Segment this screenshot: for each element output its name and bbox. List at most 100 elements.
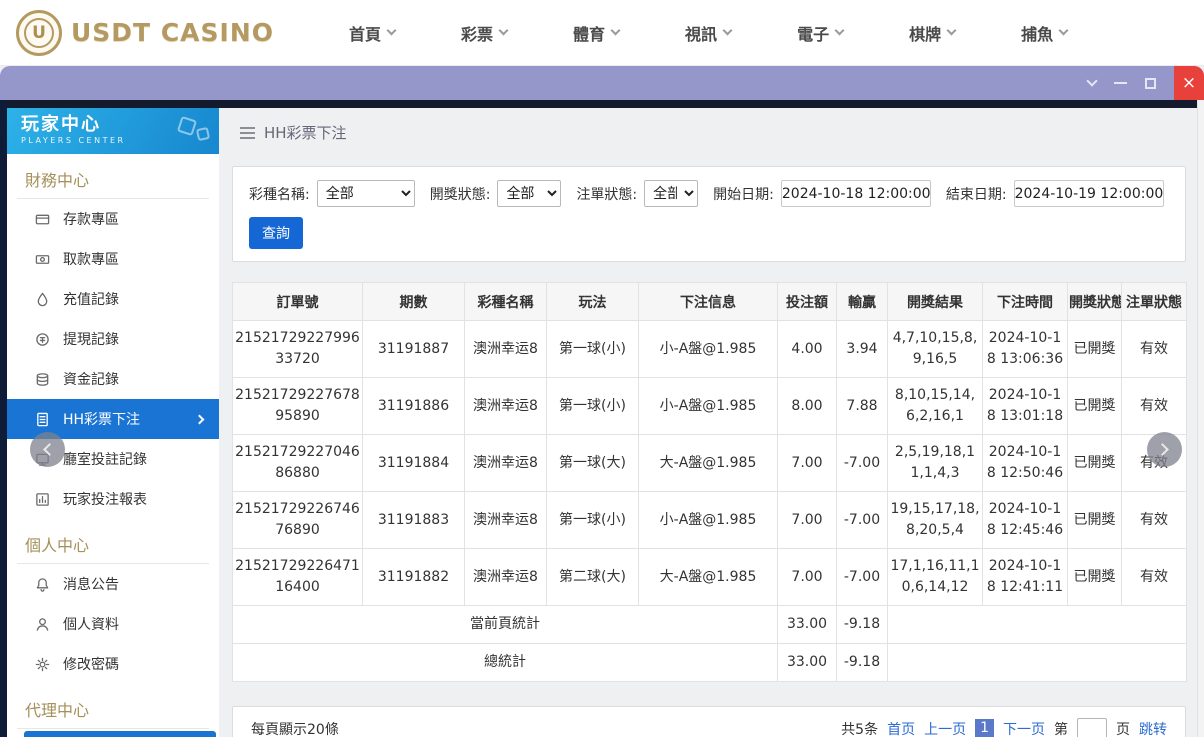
current-page-badge[interactable]: 1 [975,719,994,737]
sidebar-item-label: 消息公告 [63,577,119,593]
sidebar-item-label: 充值記錄 [63,292,119,308]
jump-button[interactable]: 跳转 [1139,719,1167,737]
table-row: 2152172922704686880 31191884 澳洲幸运8 第一球(大) 大-… [232,434,1187,492]
sidebar-item-bell[interactable]: 消息公告 [7,564,219,604]
sidebar-item-label: 玩家投注報表 [63,492,147,508]
start-date-input[interactable] [780,180,931,207]
sidebar-section-title: 財務中心 [17,154,209,199]
topnav-item[interactable]: 視訊 [652,0,764,66]
collapse-chevron-icon[interactable] [1086,75,1098,87]
total-count: 共5条 [841,721,879,737]
sidebar-item-gear[interactable]: 修改密碼 [7,644,219,684]
window-controls [1086,75,1156,89]
table-cell: 2024-10-18 13:06:36 [982,320,1068,378]
sidebar-item-cashout[interactable]: 提現記錄 [7,319,219,359]
table-cell: 小-A盤@1.985 [638,491,778,549]
sidebar-item-report[interactable]: 玩家投注報表 [7,479,219,519]
maximize-icon[interactable] [1145,77,1156,89]
withdraw-icon [34,251,50,267]
draw-status-select[interactable]: 全部 [497,180,562,207]
sidebar-item-person[interactable]: 個人資料 [7,604,219,644]
table-cell: 3.94 [836,320,888,378]
table-cell: 澳洲幸运8 [464,491,547,549]
end-date-label: 結束日期: [945,186,1007,203]
table-cell: 已開獎 [1067,320,1122,378]
carousel-left-arrow[interactable] [30,432,65,467]
chevron-left-icon [43,443,56,456]
close-icon[interactable]: × [1174,66,1204,100]
topnav-item-label: 棋牌 [909,24,942,44]
deposit-icon [34,211,50,227]
window-titlebar: × [0,66,1204,100]
page-jump-input[interactable] [1077,718,1107,737]
topnav-item[interactable]: 棋牌 [876,0,988,66]
sidebar-item-label: 取款專區 [63,252,119,268]
topnav-item[interactable]: 電子 [764,0,876,66]
chevron-right-icon [1156,443,1169,456]
end-date-input[interactable] [1013,180,1164,207]
brand-logo: U USDT CASINO [16,9,274,56]
table-cell: 已開獎 [1067,491,1122,549]
table-cell: 澳洲幸运8 [464,377,547,435]
table-cell: 大-A盤@1.985 [638,434,778,492]
column-header: 開獎結果 [887,282,983,321]
topnav-item[interactable]: 體育 [540,0,652,66]
order-status-select[interactable]: 全部 [644,180,699,207]
sidebar-item-label: 存款專區 [63,212,119,228]
summary-label: 總統計 [232,643,778,682]
summary-empty-cell [887,605,1187,644]
funds-icon [34,371,50,387]
hamburger-menu-icon[interactable] [240,126,255,139]
topnav-item[interactable]: 首頁 [316,0,428,66]
first-page-link[interactable]: 首页 [887,719,915,737]
table-cell: 19,15,17,18,8,20,5,4 [887,491,983,549]
sidebar-item-recharge[interactable]: 充值記錄 [7,279,219,319]
table-cell: 已開獎 [1067,548,1122,606]
table-cell: 2,5,19,18,11,1,4,3 [887,434,983,492]
table-cell: 7.00 [777,491,837,549]
table-cell: 小-A盤@1.985 [638,377,778,435]
breadcrumb: HH彩票下注 [219,108,1197,143]
topnav-item[interactable]: 捕魚 [988,0,1100,66]
logo-badge-icon: U [16,9,62,56]
sidebar-next-item-partial[interactable] [24,731,216,737]
table-cell: 有效 [1121,320,1187,378]
summary-bet-total: 33.00 [777,605,837,644]
topnav-item[interactable]: 彩票 [428,0,540,66]
cashout-icon [34,331,50,347]
search-button[interactable]: 查詢 [249,217,303,249]
sidebar-section-title: 代理中心 [17,684,209,729]
lottery-icon [34,411,50,427]
table-cell: 第一球(小) [546,377,639,435]
column-header: 玩法 [546,282,639,321]
summary-empty-cell [887,643,1187,682]
scrollbar[interactable] [1197,100,1204,737]
table-cell: 7.88 [836,377,888,435]
carousel-right-arrow[interactable] [1147,432,1182,467]
recharge-icon [34,291,50,307]
prev-page-link[interactable]: 上一页 [924,719,966,737]
minimize-icon[interactable] [1114,82,1127,84]
report-icon [34,491,50,507]
sidebar-item-deposit[interactable]: 存款專區 [7,199,219,239]
topnav-item-label: 體育 [573,24,606,44]
pagination-bar: 每頁顯示20條 共5条 首页 上一页 1 下一页 第 页 跳转 [232,706,1186,737]
table-cell: -7.00 [836,434,888,492]
next-page-link[interactable]: 下一页 [1003,719,1045,737]
table-cell: 31191884 [362,434,465,492]
topnav-item-label: 電子 [797,24,830,44]
topnav-item-label: 彩票 [461,24,494,44]
lottery-name-select[interactable]: 全部 [316,180,415,207]
bets-table: 訂單號 期數 彩種名稱 玩法 下注信息 投注額 輸贏 開獎結果 下注時間 開獎狀態 注單狀態 215… [232,282,1187,682]
sidebar-item-funds[interactable]: 資金記錄 [7,359,219,399]
table-cell: 已開獎 [1067,377,1122,435]
table-cell: 4,7,10,15,8,9,16,5 [887,320,983,378]
topnav-item-label: 首頁 [349,24,382,44]
table-cell: 2152172922767895890 [232,377,363,435]
players-center-header: 玩家中心 PLAYERS CENTER [7,108,219,154]
sidebar-item-withdraw[interactable]: 取款專區 [7,239,219,279]
pager: 共5条 首页 上一页 1 下一页 第 页 跳转 [841,718,1167,737]
table-cell: 小-A盤@1.985 [638,320,778,378]
column-header: 彩種名稱 [464,282,547,321]
main-content: HH彩票下注 彩種名稱: 全部 開獎狀態: 全部 注單狀態: 全部 開始日期: … [219,108,1197,737]
